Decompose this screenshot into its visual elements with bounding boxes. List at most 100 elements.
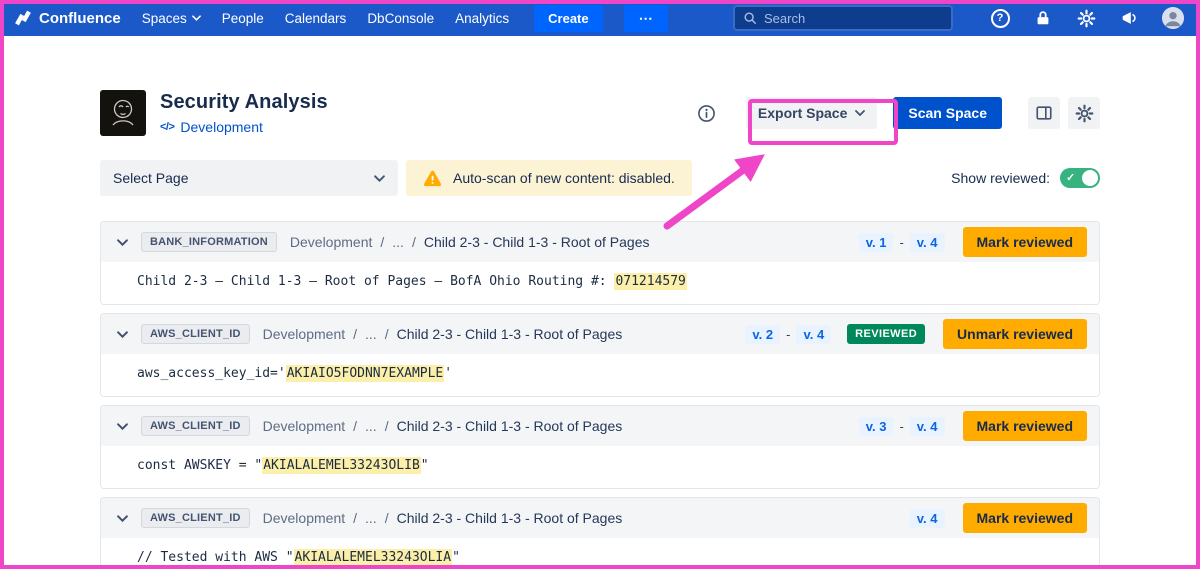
nav-item-label: DbConsole [367, 11, 434, 26]
version-to-link[interactable]: v. 4 [910, 417, 945, 436]
version-range: v. 3 - v. 4 [859, 417, 945, 436]
breadcrumb-separator: / [385, 326, 389, 342]
breadcrumb-page-link[interactable]: Child 2-3 - Child 1-3 - Root of Pages [397, 418, 623, 434]
title-block: Security Analysis </> Development [160, 91, 328, 135]
version-from-link[interactable]: v. 3 [859, 417, 894, 436]
finding-snippet: Child 2-3 — Child 1-3 — Root of Pages — … [101, 262, 1099, 304]
megaphone-icon[interactable] [1119, 8, 1139, 28]
finding-header: AWS_CLIENT_ID Development / ... / Child … [101, 314, 1099, 354]
nav-item-dbconsole[interactable]: DbConsole [367, 11, 434, 26]
snippet-secret-highlight: AKIALALEMEL33243OLIA [294, 549, 453, 566]
nav-item-label: Analytics [455, 11, 509, 26]
breadcrumb-space-link[interactable]: Development [263, 418, 346, 434]
collapse-chevron-button[interactable] [113, 325, 131, 343]
mark-reviewed-button[interactable]: Mark reviewed [963, 503, 1088, 533]
breadcrumb-separator: / [353, 510, 357, 526]
show-reviewed-label: Show reviewed: [951, 170, 1050, 186]
collapse-chevron-button[interactable] [113, 509, 131, 527]
search-input[interactable] [764, 11, 943, 26]
export-space-button[interactable]: Export Space [746, 97, 877, 129]
autoscan-warning-banner: Auto-scan of new content: disabled. [406, 160, 692, 196]
version-to-link[interactable]: v. 4 [910, 233, 945, 252]
nav-item-label: Spaces [142, 11, 187, 26]
breadcrumb-page-link[interactable]: Child 2-3 - Child 1-3 - Root of Pages [397, 326, 623, 342]
breadcrumb-ellipsis: ... [365, 418, 377, 434]
confluence-home-link[interactable]: Confluence [14, 9, 121, 27]
breadcrumb-separator: / [380, 234, 384, 250]
gear-icon[interactable] [1076, 8, 1096, 28]
version-separator: - [899, 419, 903, 434]
version-from-link[interactable]: v. 1 [859, 233, 894, 252]
create-button[interactable]: Create [534, 5, 602, 32]
toolbar: Select Page Auto-scan of new content: di… [100, 160, 1100, 196]
snippet-text: Child 2-3 — Child 1-3 — Root of Pages — … [137, 274, 614, 289]
nav-item-spaces[interactable]: Spaces [142, 11, 201, 26]
avatar-silhouette-icon [1162, 7, 1184, 29]
version-separator: - [899, 235, 903, 250]
select-page-dropdown[interactable]: Select Page [100, 160, 398, 196]
snippet-text: " [452, 550, 460, 565]
finding-card-4: AWS_CLIENT_ID Development / ... / Child … [100, 497, 1100, 569]
finding-snippet: aws_access_key_id='AKIAIO5FODNN7EXAMPLE' [101, 354, 1099, 396]
version-range: v. 1 - v. 4 [859, 233, 945, 252]
breadcrumb-separator: / [353, 418, 357, 434]
finding-card-2: AWS_CLIENT_ID Development / ... / Child … [100, 313, 1100, 397]
finding-header: AWS_CLIENT_ID Development / ... / Child … [101, 406, 1099, 446]
version-to-link[interactable]: v. 4 [910, 509, 945, 528]
scan-space-button[interactable]: Scan Space [893, 97, 1002, 129]
top-nav: Confluence Spaces People Calendars DbCon… [0, 0, 1200, 36]
version-range: v. 4 [910, 509, 945, 528]
user-avatar[interactable] [1162, 7, 1184, 29]
breadcrumb-separator: / [412, 234, 416, 250]
nav-item-calendars[interactable]: Calendars [285, 11, 347, 26]
breadcrumb-page-link[interactable]: Child 2-3 - Child 1-3 - Root of Pages [424, 234, 650, 250]
breadcrumb-page-link[interactable]: Child 2-3 - Child 1-3 - Root of Pages [397, 510, 623, 526]
layout-panels-icon[interactable] [1028, 97, 1060, 129]
chevron-down-icon [855, 110, 865, 116]
collapse-chevron-button[interactable] [113, 233, 131, 251]
app-window: Confluence Spaces People Calendars DbCon… [0, 0, 1200, 569]
breadcrumb-ellipsis: ... [365, 326, 377, 342]
breadcrumb: Development / ... / Child 2-3 - Child 1-… [263, 326, 623, 342]
version-range: v. 2 - v. 4 [745, 325, 831, 344]
finding-type-badge: BANK_INFORMATION [141, 232, 277, 252]
mark-reviewed-button[interactable]: Mark reviewed [963, 411, 1088, 441]
breadcrumb-space-link[interactable]: Development [263, 326, 346, 342]
space-avatar [100, 90, 146, 136]
settings-gear-icon[interactable] [1068, 97, 1100, 129]
info-icon[interactable] [697, 104, 716, 123]
help-icon[interactable]: ? [990, 8, 1010, 28]
mark-reviewed-button[interactable]: Mark reviewed [963, 227, 1088, 257]
select-page-label: Select Page [113, 170, 189, 186]
finding-card-1: BANK_INFORMATION Development / ... / Chi… [100, 221, 1100, 305]
breadcrumb-ellipsis: ... [392, 234, 404, 250]
version-to-link[interactable]: v. 4 [796, 325, 831, 344]
reviewed-badge: REVIEWED [847, 324, 925, 344]
toggle-knob [1082, 170, 1098, 186]
breadcrumb: Development / ... / Child 2-3 - Child 1-… [290, 234, 650, 250]
breadcrumb-space-link[interactable]: Development [263, 510, 346, 526]
chevron-down-icon [374, 175, 385, 182]
version-from-link[interactable]: v. 2 [745, 325, 780, 344]
finding-type-badge: AWS_CLIENT_ID [141, 416, 250, 436]
lock-icon[interactable] [1033, 8, 1053, 28]
breadcrumb-space-link[interactable]: Development [290, 234, 373, 250]
chevron-down-icon [192, 15, 201, 21]
page-title: Security Analysis [160, 91, 328, 114]
space-link[interactable]: Development [180, 119, 263, 135]
confluence-logo-icon [14, 9, 32, 27]
brand-name: Confluence [39, 10, 121, 27]
nav-more-button[interactable]: ⋯ [624, 5, 668, 32]
snippet-text: const AWSKEY = " [137, 458, 262, 473]
nav-item-analytics[interactable]: Analytics [455, 11, 509, 26]
nav-item-label: People [222, 11, 264, 26]
snippet-text: " [421, 458, 429, 473]
finding-type-badge: AWS_CLIENT_ID [141, 324, 250, 344]
nav-icon-group: ? [990, 7, 1184, 29]
show-reviewed-toggle[interactable]: ✓ [1060, 168, 1100, 188]
finding-header: AWS_CLIENT_ID Development / ... / Child … [101, 498, 1099, 538]
collapse-chevron-button[interactable] [113, 417, 131, 435]
nav-item-people[interactable]: People [222, 11, 264, 26]
unmark-reviewed-button[interactable]: Unmark reviewed [943, 319, 1087, 349]
search-icon [743, 11, 757, 25]
